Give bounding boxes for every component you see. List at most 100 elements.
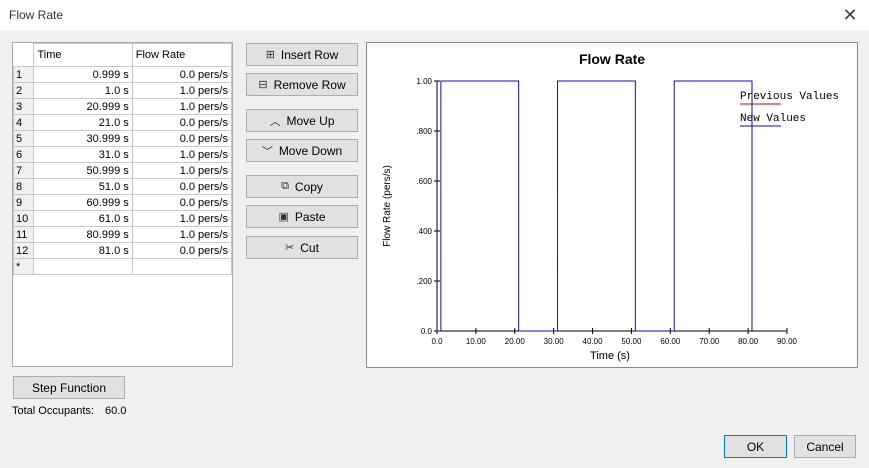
close-icon[interactable]: ✕ bbox=[839, 4, 861, 26]
flow-rate-cell[interactable]: 1.0 pers/s bbox=[131, 146, 233, 163]
time-cell[interactable]: 21.0 s bbox=[33, 114, 133, 131]
insert-row-icon: ⊞ bbox=[265, 49, 275, 61]
new-time-cell[interactable] bbox=[33, 258, 133, 275]
flow-rate-cell[interactable]: 1.0 pers/s bbox=[131, 98, 233, 115]
table-row[interactable]: 1 0.999 s 0.0 pers/s bbox=[12, 66, 233, 83]
ok-button[interactable]: OK bbox=[724, 435, 787, 458]
flow-rate-chart: Flow Rate Time (s) Flow Rate (pers/s) 0.… bbox=[366, 42, 858, 368]
x-tick-label: 10.00 bbox=[466, 337, 487, 346]
move-up-label: Move Up bbox=[286, 113, 335, 128]
y-tick-label: 1.00 bbox=[416, 77, 432, 86]
y-tick-label: .400 bbox=[416, 227, 432, 236]
clipboard-icon: ▣ bbox=[278, 211, 289, 223]
time-cell[interactable]: 20.999 s bbox=[33, 98, 133, 115]
insert-row-button[interactable]: ⊞ Insert Row bbox=[246, 43, 358, 66]
remove-row-button[interactable]: ⊟ Remove Row bbox=[246, 73, 358, 96]
table-row[interactable]: 10 61.0 s 1.0 pers/s bbox=[12, 210, 233, 227]
window-title: Flow Rate bbox=[9, 8, 64, 22]
flow-rate-cell[interactable]: 0.0 pers/s bbox=[131, 194, 233, 211]
table-row[interactable]: 4 21.0 s 0.0 pers/s bbox=[12, 114, 233, 131]
cancel-button[interactable]: Cancel bbox=[794, 435, 856, 458]
time-cell[interactable]: 61.0 s bbox=[33, 210, 133, 227]
time-cell[interactable]: 0.999 s bbox=[33, 66, 133, 83]
table-row[interactable]: 7 50.999 s 1.0 pers/s bbox=[12, 162, 233, 179]
x-tick-label: 40.00 bbox=[583, 337, 604, 346]
total-occupants-label: Total Occupants: bbox=[12, 405, 94, 417]
total-occupants-value: 60.0 bbox=[105, 405, 127, 417]
step-function-label: Step Function bbox=[31, 380, 107, 395]
x-tick-label: 70.00 bbox=[699, 337, 720, 346]
step-function-button[interactable]: Step Function bbox=[13, 376, 125, 399]
flow-rate-cell[interactable]: 0.0 pers/s bbox=[131, 66, 233, 83]
new-flow-rate-cell[interactable] bbox=[131, 258, 233, 275]
y-tick-label: 0.0 bbox=[421, 327, 433, 336]
cut-button[interactable]: ✂ Cut bbox=[246, 236, 358, 259]
move-down-button[interactable]: ﹀ Move Down bbox=[246, 139, 358, 162]
move-down-label: Move Down bbox=[278, 143, 343, 158]
row-number: 7 bbox=[12, 162, 35, 179]
table-row[interactable]: 5 30.999 s 0.0 pers/s bbox=[12, 130, 233, 147]
row-number: 4 bbox=[12, 114, 35, 131]
row-number-header bbox=[13, 43, 35, 67]
cancel-label: Cancel bbox=[806, 439, 844, 454]
time-cell[interactable]: 81.0 s bbox=[33, 242, 133, 259]
copy-button[interactable]: ⧉ Copy bbox=[246, 175, 358, 198]
table-row[interactable]: 3 20.999 s 1.0 pers/s bbox=[12, 98, 233, 115]
flow-rate-cell[interactable]: 1.0 pers/s bbox=[131, 82, 233, 99]
move-up-button[interactable]: ︿ Move Up bbox=[246, 109, 358, 132]
copy-label: Copy bbox=[294, 179, 323, 194]
new-row[interactable]: * bbox=[12, 258, 233, 275]
flow-rate-cell[interactable]: 1.0 pers/s bbox=[131, 210, 233, 227]
x-tick-label: 20.00 bbox=[505, 337, 526, 346]
row-number: 6 bbox=[12, 146, 35, 163]
chart-title: Flow Rate bbox=[579, 51, 645, 67]
row-number: 12 bbox=[12, 242, 35, 259]
x-tick-label: 0.0 bbox=[431, 337, 443, 346]
flow-rate-cell[interactable]: 0.0 pers/s bbox=[131, 130, 233, 147]
x-tick-label: 90.00 bbox=[777, 337, 798, 346]
cut-label: Cut bbox=[300, 240, 319, 255]
paste-label: Paste bbox=[294, 209, 326, 224]
scissors-icon: ✂ bbox=[285, 242, 295, 254]
time-cell[interactable]: 60.999 s bbox=[33, 194, 133, 211]
x-tick-label: 30.00 bbox=[544, 337, 565, 346]
flow-rate-cell[interactable]: 1.0 pers/s bbox=[131, 226, 233, 243]
insert-row-label: Insert Row bbox=[280, 47, 339, 62]
time-cell[interactable]: 51.0 s bbox=[33, 178, 133, 195]
row-number: 3 bbox=[12, 98, 35, 115]
x-tick-label: 80.00 bbox=[738, 337, 759, 346]
flow-rate-cell[interactable]: 0.0 pers/s bbox=[131, 242, 233, 259]
title-bar: Flow Rate ✕ bbox=[0, 0, 869, 30]
y-tick-label: .200 bbox=[416, 277, 432, 286]
table-row[interactable]: 9 60.999 s 0.0 pers/s bbox=[12, 194, 233, 211]
remove-row-icon: ⊟ bbox=[258, 79, 268, 91]
ok-label: OK bbox=[746, 439, 765, 454]
chart-x-axis-label: Time (s) bbox=[590, 350, 630, 362]
table-row[interactable]: 11 80.999 s 1.0 pers/s bbox=[12, 226, 233, 243]
flow-rate-cell[interactable]: 1.0 pers/s bbox=[131, 162, 233, 179]
new-row-marker: * bbox=[12, 258, 35, 275]
remove-row-label: Remove Row bbox=[273, 77, 346, 92]
paste-button[interactable]: ▣ Paste bbox=[246, 205, 358, 228]
table-row[interactable]: 6 31.0 s 1.0 pers/s bbox=[12, 146, 233, 163]
time-cell[interactable]: 1.0 s bbox=[33, 82, 133, 99]
flow-rate-table[interactable]: Time Flow Rate 1 0.999 s 0.0 pers/s 2 1.0 s1… bbox=[12, 42, 233, 367]
column-header-flow-rate[interactable]: Flow Rate bbox=[131, 43, 233, 67]
table-row[interactable]: 8 51.0 s 0.0 pers/s bbox=[12, 178, 233, 195]
chart-svg: Flow Rate Time (s) Flow Rate (pers/s) 0.… bbox=[382, 51, 839, 362]
time-cell[interactable]: 30.999 s bbox=[33, 130, 133, 147]
time-cell[interactable]: 80.999 s bbox=[33, 226, 133, 243]
flow-rate-cell[interactable]: 0.0 pers/s bbox=[131, 114, 233, 131]
time-cell[interactable]: 31.0 s bbox=[33, 146, 133, 163]
column-header-time[interactable]: Time bbox=[33, 43, 133, 67]
total-occupants: Total Occupants: 60.0 bbox=[12, 405, 126, 417]
chevron-down-icon: ﹀ bbox=[261, 145, 273, 158]
copy-icon: ⧉ bbox=[281, 180, 289, 192]
table-row[interactable]: 12 81.0 s 0.0 pers/s bbox=[12, 242, 233, 259]
table-row[interactable]: 2 1.0 s 1.0 pers/s bbox=[12, 82, 233, 99]
flow-rate-cell[interactable]: 0.0 pers/s bbox=[131, 178, 233, 195]
row-number: 5 bbox=[12, 130, 35, 147]
time-cell[interactable]: 50.999 s bbox=[33, 162, 133, 179]
series-line bbox=[437, 80, 753, 332]
chevron-up-icon: ︿ bbox=[269, 115, 281, 128]
